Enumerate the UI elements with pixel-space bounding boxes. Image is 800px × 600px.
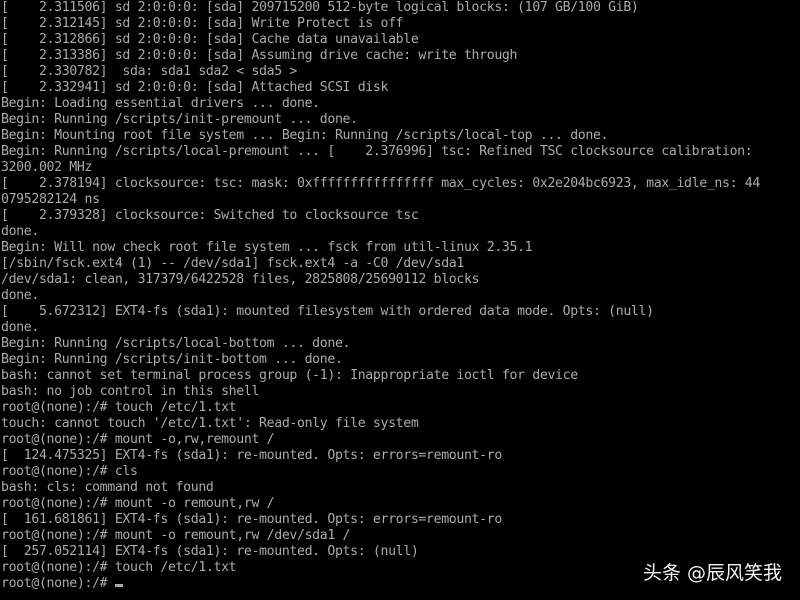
- console-line: bash: cls: command not found: [1, 480, 214, 495]
- console-line: Begin: Running /scripts/init-bottom ... …: [1, 352, 343, 367]
- console-line: [ 161.681861] EXT4-fs (sda1): re-mounted…: [1, 512, 502, 527]
- console-line: /dev/sda1: clean, 317379/6422528 files, …: [1, 272, 480, 287]
- console-line: [ 2.378194] clocksource: tsc: mask: 0xff…: [1, 176, 760, 191]
- watermark-text: 头条 @辰风笑我: [642, 562, 782, 584]
- console-line: root@(none):/# touch /etc/1.txt: [1, 400, 237, 415]
- console-line: [ 2.330782] sda: sda1 sda2 < sda5 >: [1, 64, 297, 79]
- console-line: Begin: Running /scripts/local-bottom ...…: [1, 336, 351, 351]
- console-line: [ 2.313386] sd 2:0:0:0: [sda] Assuming d…: [1, 48, 518, 63]
- console-line: root@(none):/# cls: [1, 464, 138, 479]
- console-line: done.: [1, 224, 39, 239]
- console-line: [ 2.312145] sd 2:0:0:0: [sda] Write Prot…: [1, 16, 404, 31]
- console-line: bash: no job control in this shell: [1, 384, 260, 399]
- console-line: [ 2.312866] sd 2:0:0:0: [sda] Cache data…: [1, 32, 419, 47]
- console-line: touch: cannot touch '/etc/1.txt': Read-o…: [1, 416, 419, 431]
- console-line: [ 2.379328] clocksource: Switched to clo…: [1, 208, 419, 223]
- console-line: 0795282124 ns: [1, 192, 100, 207]
- console-terminal[interactable]: [ 2.311506] sd 2:0:0:0: [sda] 209715200 …: [0, 0, 800, 600]
- console-line: [ 5.672312] EXT4-fs (sda1): mounted file…: [1, 304, 654, 319]
- console-line: [ 2.332941] sd 2:0:0:0: [sda] Attached S…: [1, 80, 389, 95]
- shell-prompt: root@(none):/#: [1, 576, 115, 591]
- console-line: Begin: Will now check root file system .…: [1, 240, 533, 255]
- console-line: root@(none):/# mount -o remount,rw /dev/…: [1, 528, 351, 543]
- console-line: root@(none):/# mount -o remount,rw /: [1, 496, 275, 511]
- console-line: [ 124.475325] EXT4-fs (sda1): re-mounted…: [1, 448, 502, 463]
- console-line: done.: [1, 288, 39, 303]
- console-line: [/sbin/fsck.ext4 (1) -- /dev/sda1] fsck.…: [1, 256, 464, 271]
- console-line: 3200.002 MHz: [1, 160, 93, 175]
- console-line: [ 2.311506] sd 2:0:0:0: [sda] 209715200 …: [1, 0, 639, 15]
- console-line: root@(none):/# mount -o,rw,remount /: [1, 432, 275, 447]
- text-cursor: [114, 584, 123, 587]
- console-line: Begin: Loading essential drivers ... don…: [1, 96, 320, 111]
- console-line: Begin: Running /scripts/local-premount .…: [1, 144, 753, 159]
- console-line: done.: [1, 320, 39, 335]
- console-line: Begin: Running /scripts/init-premount ..…: [1, 112, 358, 127]
- console-line: Begin: Mounting root file system ... Beg…: [1, 128, 609, 143]
- console-line: bash: cannot set terminal process group …: [1, 368, 578, 383]
- console-line: [ 257.052114] EXT4-fs (sda1): re-mounted…: [1, 544, 419, 559]
